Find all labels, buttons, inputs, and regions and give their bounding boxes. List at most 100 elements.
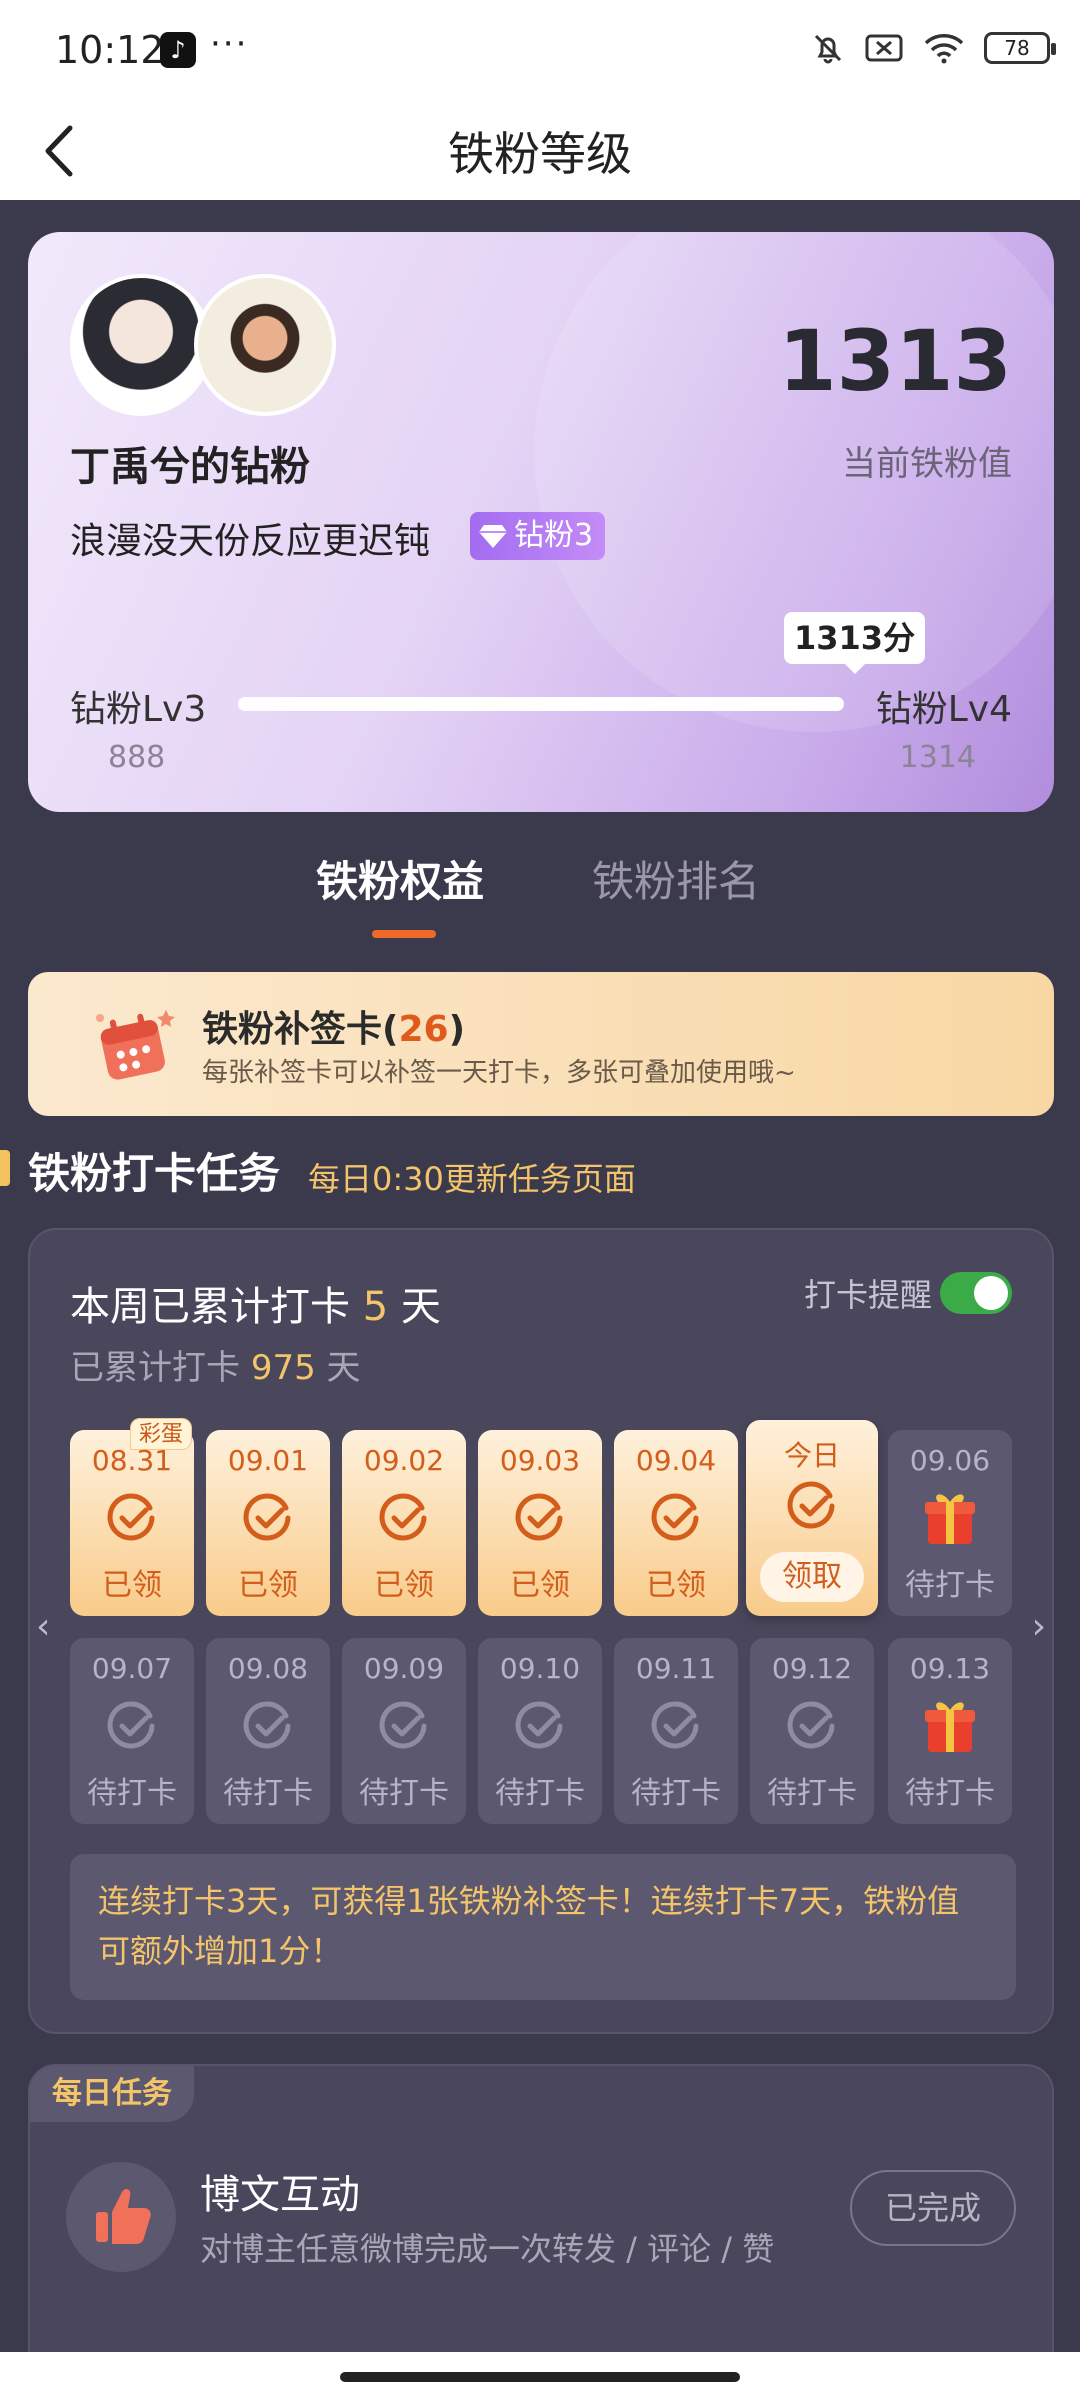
daily-tasks-tag: 每日任务	[30, 2066, 194, 2122]
day-date: 09.10	[499, 1652, 581, 1685]
next-level-label: 钻粉Lv4	[875, 689, 1012, 730]
checkin-day: 09.03 已领	[478, 1430, 602, 1616]
current-level-points: 888	[108, 740, 166, 775]
day-date: 09.02	[363, 1444, 445, 1477]
gift-icon	[925, 1494, 975, 1544]
total-checkin-count: 已累计打卡 975 天	[70, 1348, 361, 1388]
day-status: 待打卡	[767, 1776, 857, 1811]
status-icons: 78	[810, 30, 1056, 66]
checkin-day: 09.08 待打卡	[206, 1638, 330, 1824]
checkin-day: 09.12 待打卡	[750, 1638, 874, 1824]
checkin-day: 09.06 待打卡	[888, 1430, 1012, 1616]
day-date: 09.04	[635, 1444, 717, 1477]
day-status: 已领	[646, 1568, 706, 1603]
sim-off-icon	[865, 34, 903, 62]
day-date: 09.12	[771, 1652, 853, 1685]
fan-level-badge-label: 钻粉3	[514, 518, 594, 553]
day-date: 09.13	[909, 1652, 991, 1685]
checkin-day: 09.07 待打卡	[70, 1638, 194, 1824]
day-date: 09.06	[909, 1444, 991, 1477]
next-arrow-icon[interactable]: ›	[1032, 1606, 1046, 1647]
checkin-day: 09.01 已领	[206, 1430, 330, 1616]
toggle-knob	[974, 1276, 1008, 1310]
check-icon	[107, 1493, 155, 1541]
task-description: 对博主任意微博完成一次转发 / 评论 / 赞	[200, 2230, 775, 2268]
next-level-points: 1314	[899, 740, 976, 775]
day-date: 09.01	[227, 1444, 309, 1477]
day-date: 09.07	[91, 1652, 173, 1685]
check-icon	[243, 1701, 291, 1749]
day-status: 已领	[510, 1568, 570, 1603]
day-date: 08.31	[91, 1444, 173, 1477]
checkin-card: 本周已累计打卡 5 天 已累计打卡 975 天 打卡提醒 ‹ › 彩蛋 08.3…	[28, 1228, 1054, 2034]
diamond-icon	[479, 525, 507, 548]
day-status: 待打卡	[87, 1776, 177, 1811]
check-icon	[379, 1701, 427, 1749]
check-icon	[379, 1493, 427, 1541]
gift-icon	[925, 1702, 975, 1752]
week-checkin-count: 本周已累计打卡 5 天	[70, 1284, 441, 1330]
makeup-card-title: 铁粉补签卡(26)	[202, 1009, 466, 1050]
checkin-day: 彩蛋 08.31 已领	[70, 1418, 194, 1616]
makeup-card-banner[interactable]: 铁粉补签卡(26) 每张补签卡可以补签一天打卡，多张可叠加使用哦~	[28, 972, 1054, 1116]
wifi-icon	[924, 34, 964, 64]
check-icon	[651, 1701, 699, 1749]
day-status: 待打卡	[905, 1776, 995, 1811]
checkin-day: 09.10 待打卡	[478, 1638, 602, 1824]
fan-level-card: 丁禹兮的钻粉 浪漫没天份反应更迟钝 钻粉3 1313 当前铁粉值 1313分 钻…	[28, 232, 1054, 812]
check-icon	[107, 1701, 155, 1749]
day-status: 已领	[374, 1568, 434, 1603]
checkin-day: 09.13 待打卡	[888, 1638, 1012, 1824]
checkin-day: 09.11 待打卡	[614, 1638, 738, 1824]
checkin-section-subtitle: 每日0:30更新任务页面	[308, 1160, 636, 1198]
day-status: 待打卡	[223, 1776, 313, 1811]
page-title: 铁粉等级	[448, 127, 632, 181]
day-date: 今日	[783, 1439, 840, 1472]
bell-muted-icon	[814, 34, 842, 64]
daily-tasks-card: 每日任务 博文互动 对博主任意微博完成一次转发 / 评论 / 赞 已完成	[28, 2064, 1054, 2400]
task-title: 博文互动	[200, 2172, 360, 2218]
day-status: 已领	[102, 1568, 162, 1603]
checkin-day: 09.04 已领	[614, 1430, 738, 1616]
tab-fan-benefits[interactable]: 铁粉权益	[316, 848, 484, 909]
check-icon	[787, 1701, 835, 1749]
home-indicator[interactable]	[340, 2372, 740, 2382]
battery-icon: 78	[984, 32, 1056, 64]
fan-level-badge: 钻粉3	[470, 512, 606, 560]
nav-bar: 铁粉等级	[0, 100, 1080, 200]
day-status: 待打卡	[495, 1776, 585, 1811]
check-icon	[787, 1481, 835, 1529]
status-time: 10:12	[55, 28, 165, 72]
day-date: 09.11	[635, 1652, 717, 1685]
fan-value: 1313	[778, 312, 1012, 410]
claim-button[interactable]: 领取	[760, 1552, 864, 1602]
checkin-reminder-label: 打卡提醒	[803, 1276, 932, 1314]
day-status: 待打卡	[359, 1776, 449, 1811]
tab-fan-ranking[interactable]: 铁粉排名	[592, 848, 760, 909]
day-status: 已领	[238, 1568, 298, 1603]
day-status: 待打卡	[905, 1568, 995, 1603]
check-icon	[515, 1701, 563, 1749]
current-level-label: 钻粉Lv3	[70, 689, 207, 730]
owner-avatar[interactable]	[70, 274, 212, 416]
task-completed-button[interactable]: 已完成	[850, 2170, 1016, 2246]
makeup-card-desc: 每张补签卡可以补签一天打卡，多张可叠加使用哦~	[202, 1058, 796, 1088]
fan-title: 丁禹兮的钻粉	[70, 444, 310, 490]
tiktok-icon: ♪	[160, 32, 196, 68]
fan-avatar[interactable]	[194, 274, 336, 416]
status-bar: 10:12 ♪ ··· 78	[0, 0, 1080, 100]
prev-arrow-icon[interactable]: ‹	[36, 1606, 50, 1647]
check-icon	[651, 1493, 699, 1541]
fan-value-label: 当前铁粉值	[842, 444, 1012, 484]
checkin-day: 09.02 已领	[342, 1430, 466, 1616]
day-date: 09.09	[363, 1652, 445, 1685]
day-status: 待打卡	[631, 1776, 721, 1811]
calendar-icon	[96, 1010, 175, 1080]
checkin-reminder-toggle[interactable]	[940, 1272, 1012, 1314]
section-marker	[0, 1150, 10, 1186]
day-date: 09.03	[499, 1444, 581, 1477]
day-date: 09.08	[227, 1652, 309, 1685]
check-icon	[515, 1493, 563, 1541]
check-icon	[243, 1493, 291, 1541]
checkin-day-today: 今日 领取	[746, 1420, 878, 1616]
